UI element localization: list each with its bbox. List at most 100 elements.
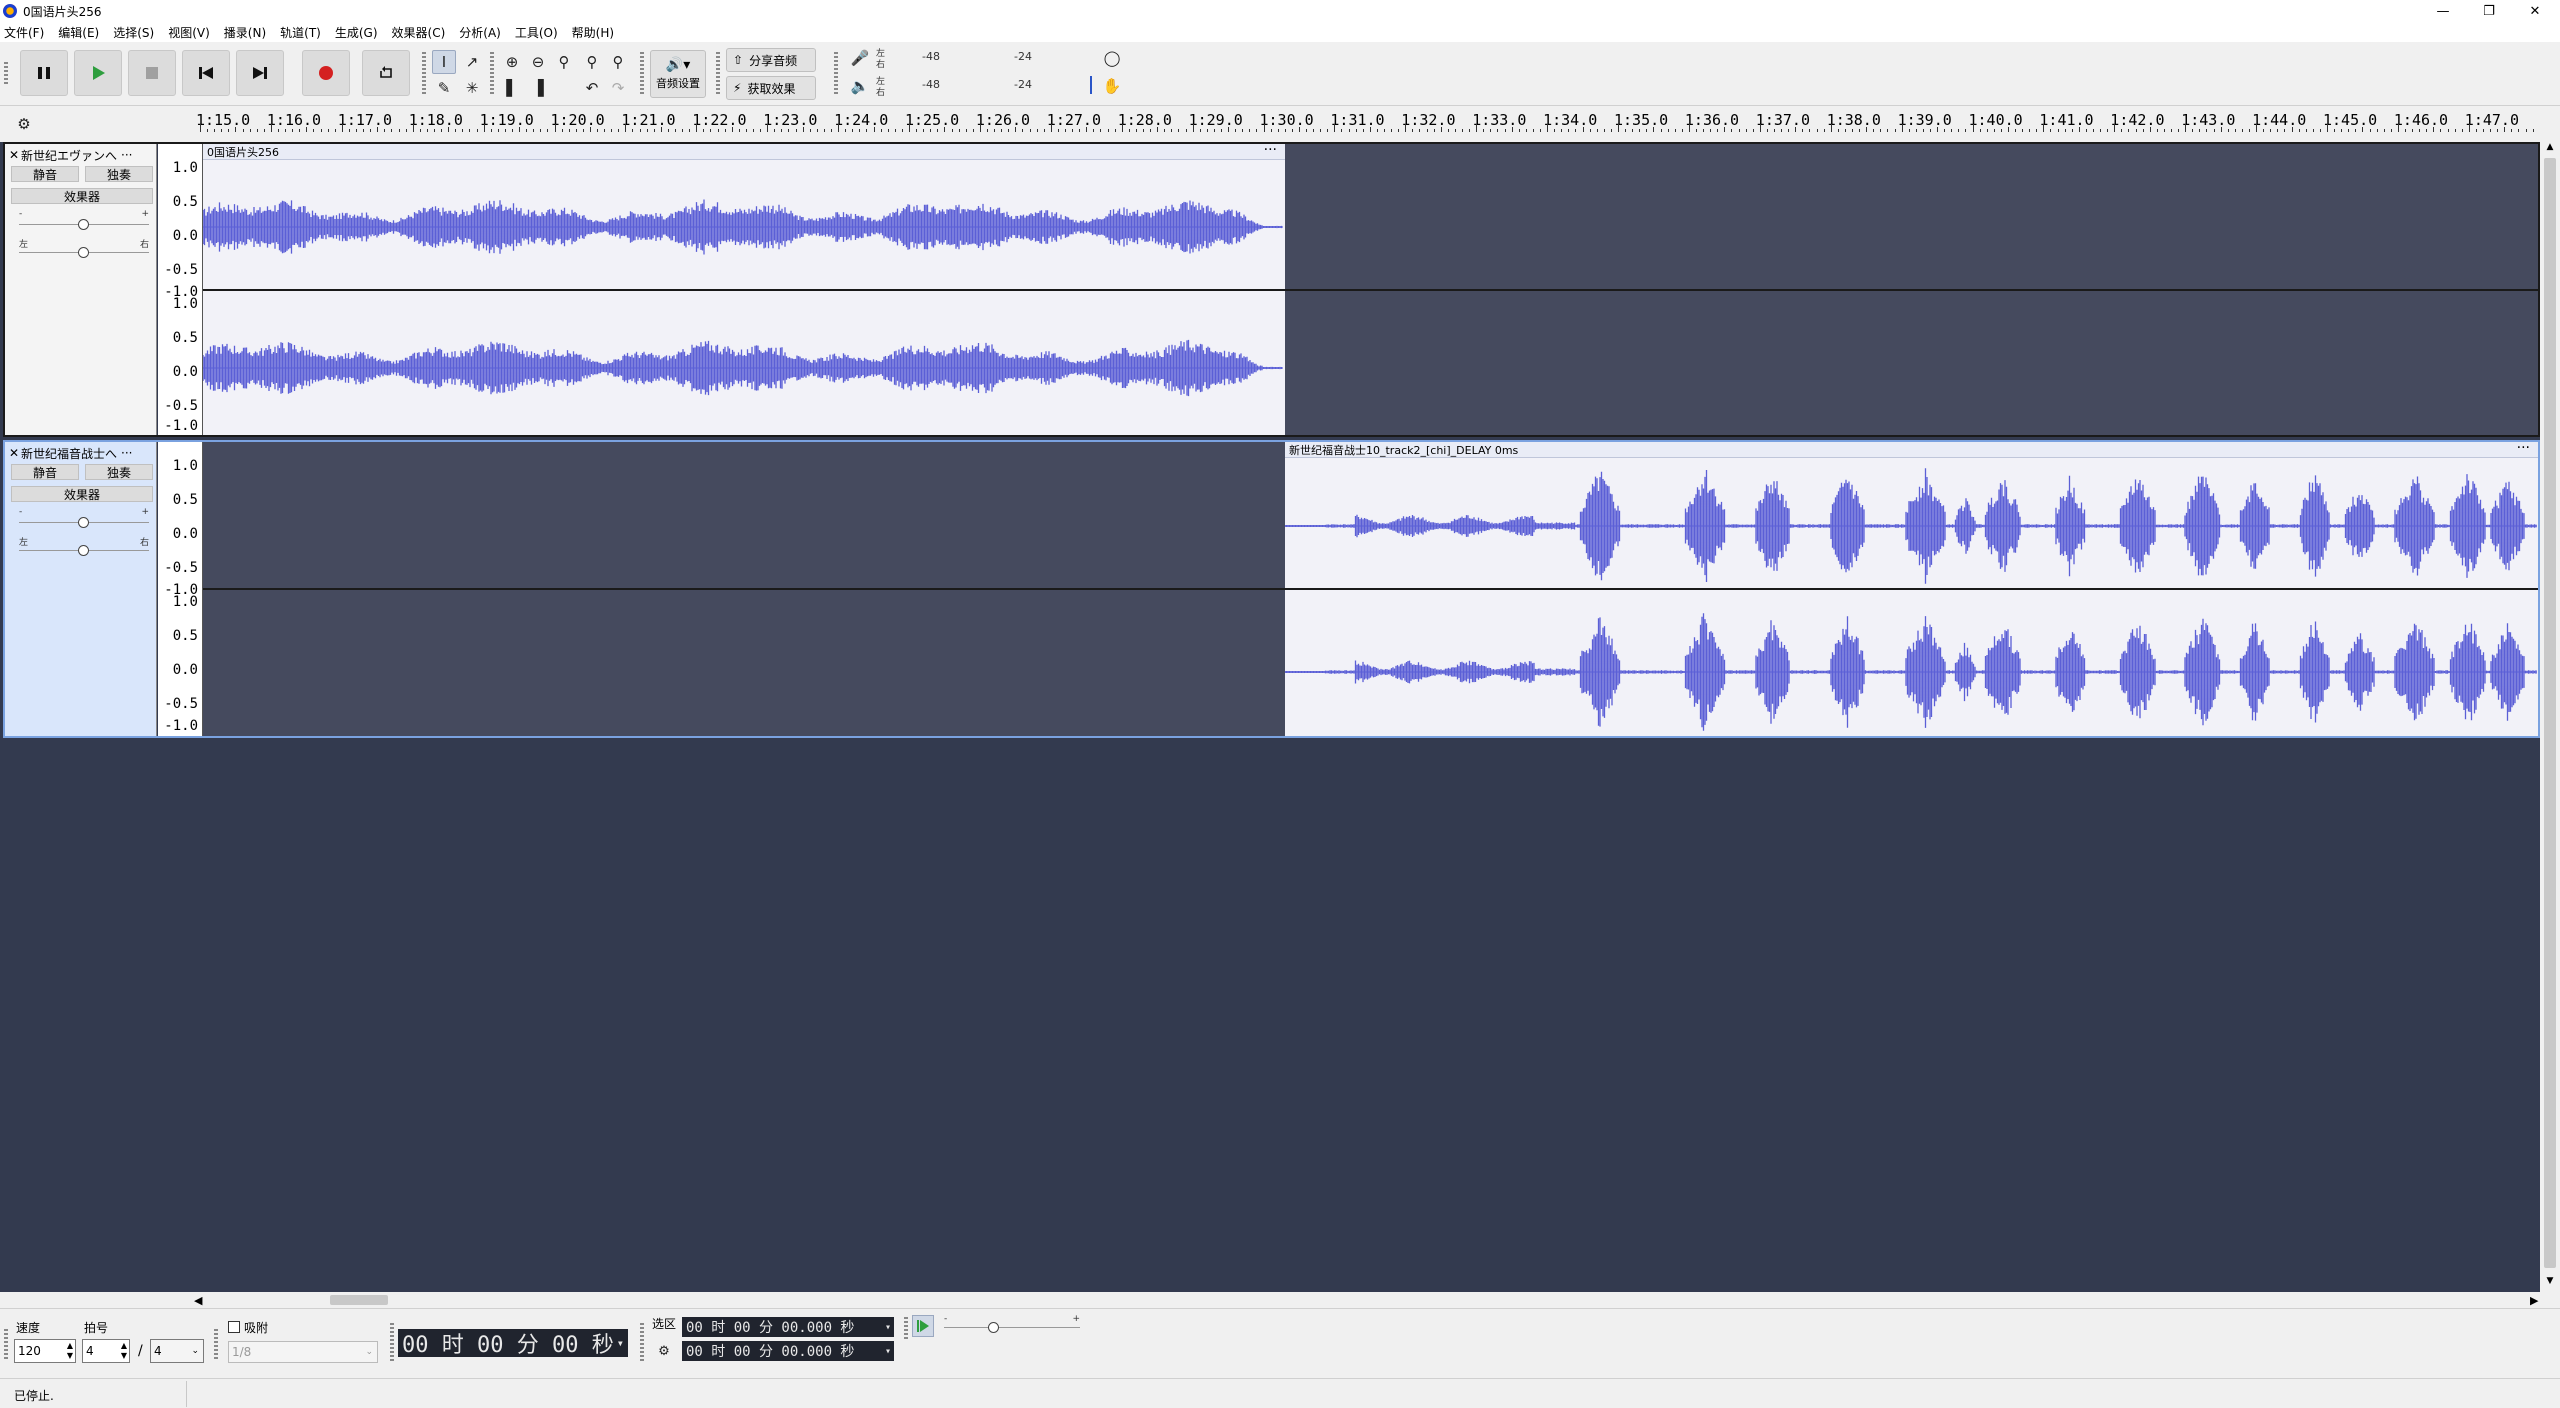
track-1-clip-header[interactable]: 0国语片头256 ··· bbox=[203, 143, 1285, 160]
vertical-scroll-thumb[interactable] bbox=[2544, 158, 2556, 1268]
silence-audio-icon[interactable]: ▐ bbox=[526, 76, 550, 100]
audio-settings-button[interactable]: 🔊▾ 音频设置 bbox=[650, 50, 706, 98]
track-1-control-panel[interactable]: ✕ 新世纪エヴァンへ ··· 静音 独奏 效果器 - + 左 右 bbox=[5, 144, 157, 435]
zoom-toggle-icon[interactable]: ⚲ bbox=[606, 50, 630, 74]
menu-effects[interactable]: 效果器(C) bbox=[392, 24, 446, 41]
tools-grip[interactable] bbox=[422, 52, 426, 96]
stop-button[interactable] bbox=[128, 50, 176, 96]
recording-meter[interactable]: 左 右 -48 -24 bbox=[876, 46, 1116, 70]
track-1-effects-button[interactable]: 效果器 bbox=[11, 188, 153, 204]
selection-tool-icon[interactable]: I bbox=[432, 50, 456, 74]
zoom-out-icon[interactable]: ⊖ bbox=[526, 50, 550, 74]
skip-to-start-button[interactable] bbox=[182, 50, 230, 96]
envelope-tool-icon[interactable]: ↗ bbox=[460, 50, 484, 74]
track-1-gain-knob[interactable] bbox=[78, 219, 89, 230]
play-at-speed-button[interactable] bbox=[912, 1315, 934, 1337]
track-2-mute-button[interactable]: 静音 bbox=[11, 464, 79, 480]
menu-analyze[interactable]: 分析(A) bbox=[459, 24, 501, 41]
timesig-num-spinner-icon[interactable]: ▲ ▼ bbox=[121, 1341, 127, 1361]
menu-view[interactable]: 视图(V) bbox=[168, 24, 210, 41]
audio-setup-grip[interactable] bbox=[640, 52, 644, 96]
track-1-pan-slider[interactable]: 左 右 bbox=[19, 240, 149, 258]
menu-select[interactable]: 选择(S) bbox=[113, 24, 154, 41]
time-signature-denominator[interactable]: 4 ⌄ bbox=[150, 1339, 204, 1363]
restore-icon[interactable]: ❐ bbox=[2466, 0, 2512, 22]
selection-end-display[interactable]: 00 时 00 分 00.000 秒 ▾ bbox=[682, 1341, 894, 1361]
toolbar-grip[interactable] bbox=[4, 62, 8, 86]
snap-checkbox[interactable] bbox=[228, 1321, 240, 1333]
fit-selection-icon[interactable]: ⚲ bbox=[552, 50, 576, 74]
tempo-spinner-icon[interactable]: ▲ ▼ bbox=[67, 1341, 73, 1361]
track-2-menu-icon[interactable]: ··· bbox=[121, 446, 132, 460]
play-at-speed-grip[interactable] bbox=[904, 1317, 908, 1339]
edit-grip[interactable] bbox=[490, 52, 494, 96]
track-2-clip-body[interactable] bbox=[1285, 458, 2538, 736]
selection-grip[interactable] bbox=[640, 1323, 644, 1363]
zoom-in-icon[interactable]: ⊕ bbox=[500, 50, 524, 74]
menu-help[interactable]: 帮助(H) bbox=[572, 24, 614, 41]
microphone-icon[interactable]: 🎤 bbox=[848, 46, 872, 70]
sel-end-dropdown-icon[interactable]: ▾ bbox=[885, 1346, 891, 1357]
timesig-den-dropdown-icon[interactable]: ⌄ bbox=[191, 1346, 199, 1356]
time-display[interactable]: 00 时 00 分 00 秒 ▾ bbox=[398, 1329, 628, 1358]
selection-settings-gear-icon[interactable]: ⚙ bbox=[652, 1339, 676, 1363]
playback-meter[interactable]: 左 右 -48 -24 bbox=[876, 74, 1116, 98]
scroll-down-icon[interactable]: ▼ bbox=[2542, 1276, 2558, 1290]
multi-tool-icon[interactable]: ✳ bbox=[460, 76, 484, 100]
track-1-mute-button[interactable]: 静音 bbox=[11, 166, 79, 182]
track-1-gain-slider[interactable]: - + bbox=[19, 209, 149, 230]
audio-track-2[interactable]: ✕ 新世纪福音战士へ ··· 静音 独奏 效果器 - + 左 右 1.0 0.5… bbox=[3, 440, 2540, 738]
playback-speed-slider[interactable]: - + bbox=[944, 1314, 1080, 1333]
time-signature-numerator[interactable]: 4 ▲ ▼ bbox=[82, 1339, 130, 1363]
skip-to-end-button[interactable] bbox=[236, 50, 284, 96]
menu-file[interactable]: 文件(F) bbox=[4, 24, 44, 41]
scroll-up-icon[interactable]: ▲ bbox=[2542, 142, 2558, 156]
undo-icon[interactable]: ↶ bbox=[580, 76, 604, 100]
track-2-gain-slider[interactable]: - + bbox=[19, 507, 149, 528]
track-2-clip-menu-icon[interactable]: ··· bbox=[2517, 441, 2530, 455]
track-2-solo-button[interactable]: 独奏 bbox=[85, 464, 153, 480]
track-2-control-panel[interactable]: ✕ 新世纪福音战士へ ··· 静音 独奏 效果器 - + 左 右 bbox=[5, 442, 157, 736]
scroll-right-icon[interactable]: ▶ bbox=[2530, 1294, 2538, 1307]
loop-button[interactable] bbox=[362, 50, 410, 96]
fit-project-icon[interactable]: ⚲ bbox=[580, 50, 604, 74]
playback-volume-icon[interactable]: ✋ bbox=[1100, 74, 1124, 98]
track-1-menu-icon[interactable]: ··· bbox=[121, 148, 132, 162]
time-grip[interactable] bbox=[390, 1323, 394, 1363]
track-2-pan-knob[interactable] bbox=[78, 545, 89, 556]
selection-start-display[interactable]: 00 时 00 分 00.000 秒 ▾ bbox=[682, 1317, 894, 1337]
track-1-wave-area[interactable]: 0国语片头256 ··· bbox=[203, 143, 2538, 435]
track-2-effects-button[interactable]: 效果器 bbox=[11, 486, 153, 502]
track-1-close-icon[interactable]: ✕ bbox=[7, 148, 21, 162]
track-2-name[interactable]: 新世纪福音战士へ bbox=[21, 445, 117, 462]
minimize-icon[interactable]: — bbox=[2420, 0, 2466, 22]
menu-transport[interactable]: 播录(N) bbox=[224, 24, 266, 41]
menu-tools[interactable]: 工具(O) bbox=[515, 24, 558, 41]
track-1-pan-knob[interactable] bbox=[78, 247, 89, 258]
vertical-scrollbar[interactable]: ▲ ▼ bbox=[2540, 142, 2560, 1292]
pause-button[interactable] bbox=[20, 50, 68, 96]
track-1-clip-menu-icon[interactable]: ··· bbox=[1264, 143, 1277, 157]
meter-grip[interactable] bbox=[834, 52, 838, 96]
track-2-close-icon[interactable]: ✕ bbox=[7, 446, 21, 460]
tracks-area[interactable]: ✕ 新世纪エヴァンへ ··· 静音 独奏 效果器 - + 左 右 1.0 0.5… bbox=[0, 142, 2560, 1292]
snap-grip[interactable] bbox=[214, 1329, 218, 1359]
speed-slider-knob[interactable] bbox=[988, 1322, 999, 1333]
menu-edit[interactable]: 编辑(E) bbox=[58, 24, 99, 41]
recording-volume-icon[interactable]: ◯ bbox=[1100, 46, 1124, 70]
timeline-settings-gear-icon[interactable]: ⚙ bbox=[12, 112, 36, 136]
record-button[interactable] bbox=[302, 50, 350, 96]
time-format-dropdown-icon[interactable]: ▾ bbox=[617, 1336, 624, 1350]
playback-speaker-icon[interactable]: 🔈 bbox=[848, 74, 872, 98]
menu-generate[interactable]: 生成(G) bbox=[335, 24, 378, 41]
share-grip[interactable] bbox=[716, 52, 720, 96]
audio-track-1[interactable]: ✕ 新世纪エヴァンへ ··· 静音 独奏 效果器 - + 左 右 1.0 0.5… bbox=[3, 142, 2540, 437]
menu-tracks[interactable]: 轨道(T) bbox=[280, 24, 321, 41]
time-signature-grip[interactable] bbox=[4, 1329, 8, 1359]
sel-start-dropdown-icon[interactable]: ▾ bbox=[885, 1322, 891, 1333]
track-2-wave-area[interactable]: 新世纪福音战士10_track2_[chi]_DELAY 0ms ··· bbox=[203, 441, 2538, 736]
timeline-ruler[interactable]: 1:15.0 1:16.0 1:17.0 1:18.0 1:19.0 1:20.0 1:21… bbox=[196, 106, 2540, 142]
tempo-input[interactable]: 120 ▲ ▼ bbox=[14, 1339, 76, 1363]
horizontal-scrollbar[interactable]: ◀ ▶ bbox=[0, 1292, 2560, 1308]
track-2-clip-header[interactable]: 新世纪福音战士10_track2_[chi]_DELAY 0ms ··· bbox=[1285, 441, 2538, 458]
